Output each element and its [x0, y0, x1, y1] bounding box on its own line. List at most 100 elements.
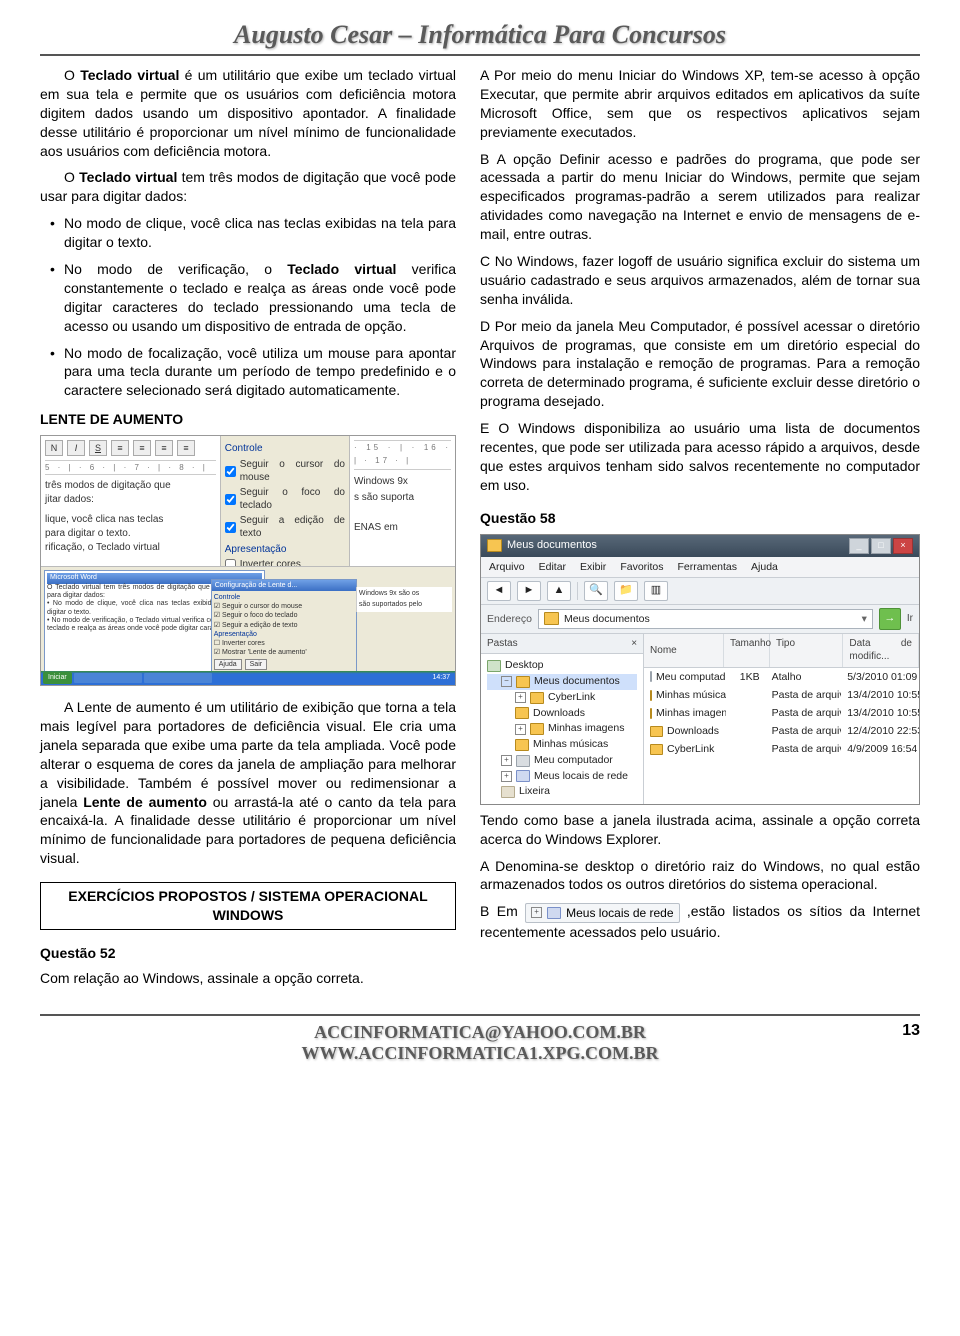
mag-text-line: lique, você clica nas teclas: [45, 513, 216, 527]
underline-btn[interactable]: S: [89, 440, 107, 456]
back-button[interactable]: ◄: [487, 581, 511, 601]
folder-icon: [650, 744, 663, 755]
chk-seguir-cursor[interactable]: Seguir o cursor do mouse: [225, 458, 345, 485]
taskbar-item[interactable]: [74, 673, 142, 683]
menu-favoritos[interactable]: Favoritos: [620, 560, 663, 574]
address-value: Meus documentos: [564, 612, 650, 626]
right-column: A Por meio do menu Iniciar do Windows XP…: [480, 66, 920, 996]
folder-icon: [544, 612, 559, 625]
list-row[interactable]: Minhas músicas Pasta de arquivos 13/4/20…: [644, 686, 919, 704]
list-row[interactable]: Downloads Pasta de arquivos 12/4/2010 22…: [644, 722, 919, 740]
q58-opt-a: A Denomina-se desktop o diretório raiz d…: [480, 857, 920, 895]
window-title: Meus documentos: [507, 538, 597, 553]
taskbar-item[interactable]: [144, 673, 212, 683]
exercicios-box: EXERCÍCIOS PROPOSTOS / SISTEMA OPERACION…: [40, 882, 456, 930]
list-row[interactable]: Meu computador 1KB Atalho 5/3/2010 01:09: [644, 668, 919, 686]
maximize-button[interactable]: □: [871, 538, 891, 554]
up-button[interactable]: ▲: [547, 581, 571, 601]
mini-group: Apresentação: [214, 630, 355, 639]
mag-settings-pane: Controle Seguir o cursor do mouse Seguir…: [221, 436, 350, 566]
tree-meus-documentos[interactable]: −Meus documentos: [487, 674, 637, 690]
explorer-toolbar: ◄ ► ▲ 🔍 📁 ▥: [481, 578, 919, 605]
magnifier-screenshot: N I S ≡ ≡ ≡ ≡ 5 · | · 6 · | · 7 · | · 8 …: [40, 435, 456, 686]
chevron-down-icon[interactable]: ▾: [862, 612, 867, 626]
taskbar-clock: 14:37: [432, 673, 453, 682]
bold-term: Teclado virtual: [287, 261, 396, 277]
mini-help-btn[interactable]: Ajuda: [214, 659, 242, 670]
close-pane-icon[interactable]: ×: [631, 637, 637, 651]
go-button[interactable]: →: [879, 608, 901, 630]
footer-site: WWW.ACCINFORMATICA1.XPG.COM.BR: [40, 1043, 920, 1064]
mag-word-pane: N I S ≡ ≡ ≡ ≡ 5 · | · 6 · | · 7 · | · 8 …: [41, 436, 221, 566]
q52-opt-c: C No Windows, fazer logoff de usuário si…: [480, 252, 920, 309]
mag-right-pane: · 15 · | · 16 · | · 17 · | Windows 9x s …: [350, 436, 455, 566]
mini-chk: ☑ Mostrar 'Lente de aumento': [214, 648, 355, 657]
mini-chk: ☑ Seguir a edição de texto: [214, 621, 355, 630]
header-rule: [40, 54, 920, 56]
text: O: [64, 67, 80, 83]
q52-opt-d: D Por meio da janela Meu Computador, é p…: [480, 317, 920, 411]
tree-meu-computador[interactable]: +Meu computador: [487, 753, 637, 769]
align-right-btn[interactable]: ≡: [155, 440, 173, 456]
justify-btn[interactable]: ≡: [177, 440, 195, 456]
folders-button[interactable]: 📁: [614, 581, 638, 601]
address-field[interactable]: Meus documentos ▾: [538, 609, 873, 629]
forward-button[interactable]: ►: [517, 581, 541, 601]
menu-arquivo[interactable]: Arquivo: [489, 560, 525, 574]
views-button[interactable]: ▥: [644, 581, 668, 601]
menu-editar[interactable]: Editar: [539, 560, 566, 574]
explorer-menubar: Arquivo Editar Exibir Favoritos Ferramen…: [481, 557, 919, 578]
tree-lixeira[interactable]: Lixeira: [487, 784, 637, 800]
word-ruler: 5 · | · 6 · | · 7 · | · 8 · |: [45, 460, 216, 475]
mag-text-line: jitar dados:: [45, 493, 216, 507]
list-row[interactable]: CyberLink Pasta de arquivos 4/9/2009 16:…: [644, 740, 919, 758]
col-tamanho[interactable]: Tamanho: [724, 634, 770, 667]
bold-term: Lente de aumento: [83, 794, 207, 810]
taskbar: Iniciar 14:37: [41, 671, 455, 685]
align-center-btn[interactable]: ≡: [133, 440, 151, 456]
mini-text: Windows 9x são os: [359, 589, 450, 600]
mini-right-doc: Windows 9x são os são suportados pelo: [356, 587, 452, 612]
tree-downloads[interactable]: Downloads: [487, 706, 637, 722]
mini-text: são suportados pelo: [359, 600, 450, 611]
col-tipo[interactable]: Tipo: [770, 634, 843, 667]
text: O: [64, 169, 79, 185]
address-label: Endereço: [487, 612, 532, 626]
col-nome[interactable]: Nome: [644, 634, 724, 667]
search-button[interactable]: 🔍: [584, 581, 608, 601]
list-row[interactable]: Minhas imagens Pasta de arquivos 13/4/20…: [644, 704, 919, 722]
mini-chk: ☐ Inverter cores: [214, 639, 355, 648]
menu-exibir[interactable]: Exibir: [580, 560, 606, 574]
bold-term: Teclado virtual: [79, 169, 177, 185]
mag-text-line: ENAS em: [354, 520, 451, 536]
tree-cyberlink[interactable]: +CyberLink: [487, 690, 637, 706]
tree-desktop[interactable]: Desktop: [487, 658, 637, 674]
tree-meus-locais-rede[interactable]: +Meus locais de rede: [487, 769, 637, 785]
go-label: Ir: [907, 612, 913, 626]
text: B Em: [480, 903, 525, 919]
badge-label: Meus locais de rede: [566, 905, 673, 921]
align-left-btn[interactable]: ≡: [111, 440, 129, 456]
mag-desktop-thumbnail: Microsoft Word O Teclado virtual tem trê…: [41, 566, 455, 685]
menu-ferramentas[interactable]: Ferramentas: [678, 560, 738, 574]
folder-icon: [650, 726, 663, 737]
bold-btn[interactable]: N: [45, 440, 63, 456]
minimize-button[interactable]: _: [849, 538, 869, 554]
italic-btn[interactable]: I: [67, 440, 85, 456]
chk-seguir-edicao[interactable]: Seguir a edição de texto: [225, 514, 345, 541]
start-button[interactable]: Iniciar: [43, 672, 72, 683]
explorer-titlebar[interactable]: Meus documentos _ □ ×: [481, 535, 919, 557]
folder-icon: [487, 539, 502, 552]
mini-exit-btn[interactable]: Sair: [245, 659, 267, 670]
close-button[interactable]: ×: [893, 538, 913, 554]
menu-ajuda[interactable]: Ajuda: [751, 560, 778, 574]
left-column: O Teclado virtual é um utilitário que ex…: [40, 66, 456, 996]
tree-minhas-imagens[interactable]: +Minhas imagens: [487, 721, 637, 737]
col-data[interactable]: Data de modific...: [843, 634, 919, 667]
teclado-p1: O Teclado virtual é um utilitário que ex…: [40, 66, 456, 160]
chk-seguir-teclado[interactable]: Seguir o foco do teclado: [225, 486, 345, 513]
tree-minhas-musicas[interactable]: Minhas músicas: [487, 737, 637, 753]
page-title: Augusto Cesar – Informática Para Concurs…: [40, 20, 920, 50]
explorer-window: Meus documentos _ □ × Arquivo Editar Exi…: [480, 534, 920, 805]
bold-term: Teclado virtual: [80, 67, 179, 83]
